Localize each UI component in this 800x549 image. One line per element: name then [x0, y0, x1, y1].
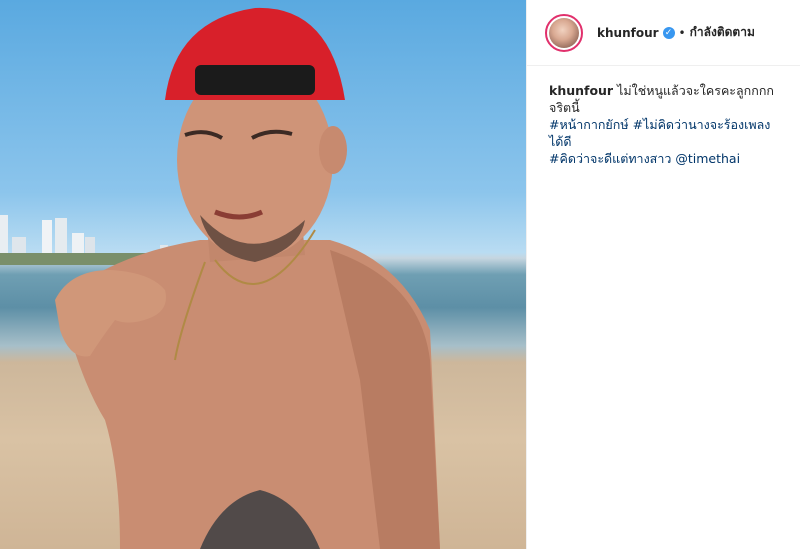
- post-photo[interactable]: [0, 0, 526, 549]
- caption-username[interactable]: khunfour: [549, 83, 613, 98]
- post-caption: khunfour ไม่ใช่หนูแล้วจะใครคะลูกกกก จริต…: [527, 66, 800, 167]
- hashtag-link[interactable]: #หน้ากากยักษ์: [549, 117, 629, 132]
- mention-link[interactable]: @timethai: [675, 151, 740, 166]
- avatar[interactable]: [545, 13, 583, 52]
- hashtag-link[interactable]: #คิดว่าจะดีแต่ทางสาว: [549, 151, 671, 166]
- verified-check-icon: ✓: [662, 26, 675, 39]
- username-link[interactable]: khunfour: [597, 26, 659, 40]
- person-figure: [55, 7, 440, 549]
- avatar-image: [549, 17, 579, 48]
- separator-dot: •: [678, 25, 686, 40]
- post-header: khunfour ✓ • กำลังติดตาม: [527, 0, 800, 66]
- following-button[interactable]: กำลังติดตาม: [690, 23, 755, 42]
- post-sidebar: khunfour ✓ • กำลังติดตาม khunfour ไม่ใช่…: [526, 0, 800, 549]
